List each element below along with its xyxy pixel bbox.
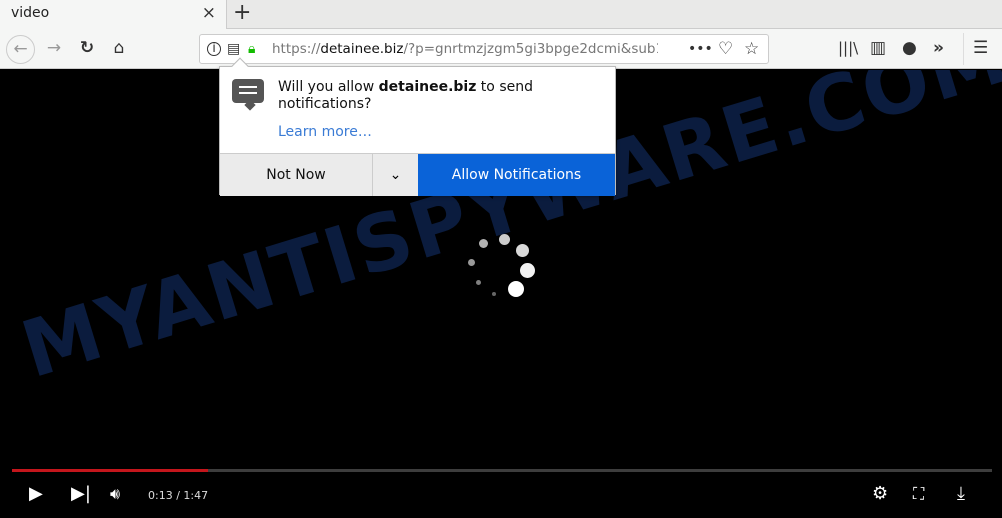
- sidebar-icon[interactable]: ▥: [870, 38, 886, 58]
- divider: [963, 33, 964, 65]
- allow-notifications-button[interactable]: Allow Notifications: [418, 154, 615, 196]
- menu-hamburger-icon[interactable]: ☰: [973, 38, 988, 58]
- reload-icon[interactable]: ↻: [77, 38, 97, 58]
- url-prefix: https://: [272, 41, 321, 57]
- seek-bar-played: [12, 469, 208, 472]
- overflow-chevron-icon[interactable]: »: [933, 38, 944, 58]
- lock-icon: 🔒︎: [248, 41, 256, 57]
- new-tab-button[interactable]: +: [233, 0, 251, 26]
- time-display: 0:13 / 1:47: [148, 489, 209, 502]
- next-icon[interactable]: ▶|: [71, 484, 91, 504]
- home-icon[interactable]: ⌂: [108, 38, 130, 58]
- notification-permission-icon[interactable]: ▤: [227, 39, 240, 59]
- not-now-button[interactable]: Not Now: [220, 154, 372, 196]
- tab-bar: video × +: [0, 0, 1002, 29]
- url-domain: detainee.biz: [320, 41, 404, 57]
- url-bar[interactable]: i ▤ 🔒︎ https://detainee.biz/?p=gnrtmzjzg…: [199, 34, 769, 64]
- volume-icon[interactable]: 🔊︎: [110, 484, 120, 504]
- notification-permission-popup: Will you allow detainee.biz to send noti…: [219, 57, 616, 196]
- settings-gear-icon[interactable]: ⚙: [872, 484, 888, 504]
- tab-video[interactable]: video ×: [0, 0, 227, 29]
- notification-speech-bubble-icon: [232, 79, 264, 111]
- tab-title: video: [11, 5, 50, 21]
- page-actions-icon[interactable]: •••: [688, 39, 713, 59]
- nav-toolbar: ← → ↻ ⌂ i ▤ 🔒︎ https://detainee.biz/?p=g…: [0, 29, 1002, 69]
- popup-message: Will you allow detainee.biz to send noti…: [278, 79, 598, 113]
- message-domain: detainee.biz: [378, 79, 477, 95]
- download-icon[interactable]: ⤓: [957, 484, 965, 504]
- popup-buttons: Not Now ⌄ Allow Notifications: [220, 153, 615, 196]
- message-text: Will you allow: [278, 79, 379, 95]
- fullscreen-icon[interactable]: ⛶: [913, 484, 924, 504]
- library-icon[interactable]: |||\: [838, 38, 858, 58]
- back-arrow-icon[interactable]: ←: [6, 35, 35, 64]
- account-icon[interactable]: ●: [902, 38, 917, 58]
- chevron-down-icon[interactable]: ⌄: [372, 154, 418, 196]
- url-path: /?p=gnrtmzjzgm5gi3bpge2dcmi&sub1: [403, 41, 658, 57]
- info-icon[interactable]: i: [207, 42, 221, 56]
- learn-more-link[interactable]: Learn more…: [278, 124, 372, 140]
- close-tab-icon[interactable]: ×: [202, 3, 216, 23]
- url-text[interactable]: https://detainee.biz/?p=gnrtmzjzgm5gi3bp…: [272, 41, 658, 57]
- bookmark-star-icon[interactable]: ☆: [744, 39, 759, 59]
- pocket-icon[interactable]: ♡: [718, 39, 733, 59]
- forward-arrow-icon[interactable]: →: [44, 38, 64, 58]
- seek-bar[interactable]: [12, 469, 992, 472]
- play-icon[interactable]: ▶: [29, 484, 43, 504]
